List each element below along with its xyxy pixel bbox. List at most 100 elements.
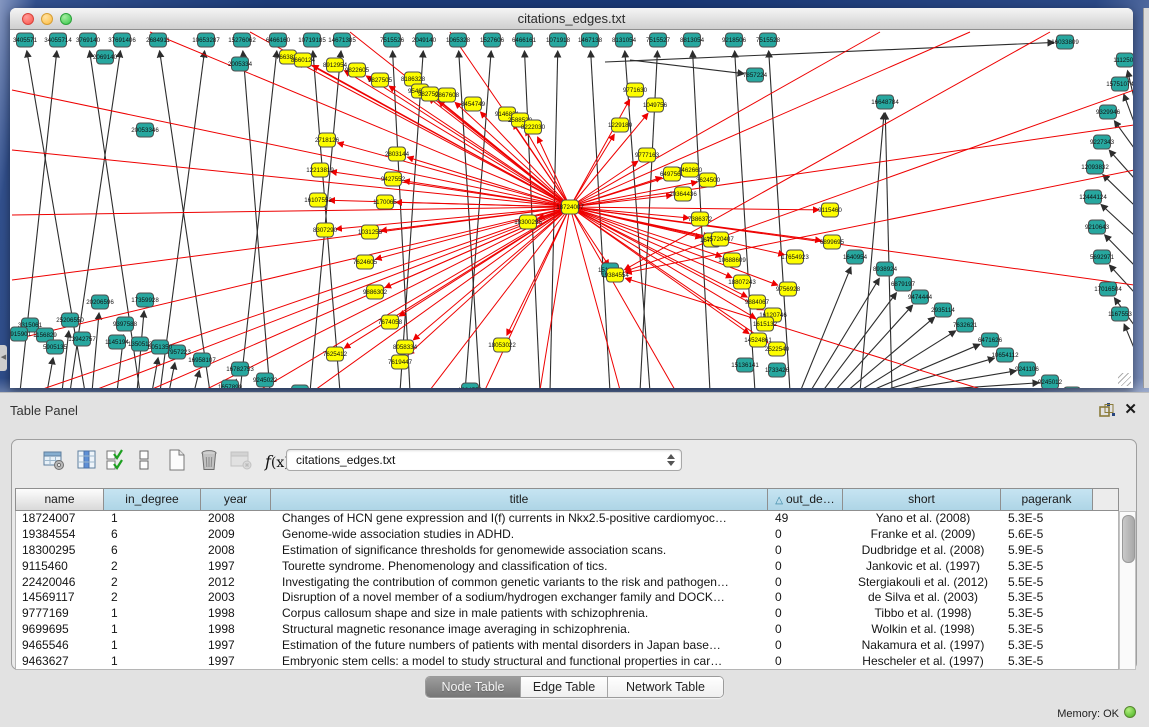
- graph-node[interactable]: 9115460: [818, 203, 842, 217]
- table-row[interactable]: 946362711997Embryonic stem cells: a mode…: [16, 654, 1118, 670]
- graph-node[interactable]: 20053346: [131, 123, 159, 137]
- table-settings-icon[interactable]: [42, 448, 68, 474]
- row-height-icon[interactable]: [132, 448, 158, 474]
- table-row[interactable]: 977716911998Corpus callosum shape and si…: [16, 606, 1118, 622]
- graph-node[interactable]: 9210643: [1085, 220, 1110, 234]
- column-header-in_degree[interactable]: in_degree: [104, 488, 201, 511]
- graph-node[interactable]: 16033809: [1051, 35, 1079, 49]
- graph-node[interactable]: 9241106: [1015, 362, 1039, 376]
- graph-node[interactable]: 1384501: [288, 385, 313, 388]
- window-titlebar[interactable]: citations_edges.txt: [10, 8, 1133, 30]
- graph-node[interactable]: 1527606: [480, 33, 505, 47]
- graph-node[interactable]: 17016504: [1094, 282, 1122, 296]
- graph-node[interactable]: 10653287: [192, 33, 220, 47]
- graph-node[interactable]: 17359928: [131, 293, 159, 307]
- table-row[interactable]: 946554611997Estimation of the future num…: [16, 638, 1118, 654]
- graph-node[interactable]: 9245022: [253, 373, 278, 387]
- graph-node[interactable]: 9427552: [381, 172, 406, 186]
- graph-node[interactable]: 8058334: [393, 340, 418, 354]
- graph-node[interactable]: 1065328: [446, 33, 471, 47]
- table-selector-dropdown[interactable]: citations_edges.txt: [286, 449, 682, 471]
- graph-node[interactable]: 7515526: [380, 33, 405, 47]
- table-row[interactable]: 911546021997Tourette syndrome. Phenomeno…: [16, 559, 1118, 575]
- column-header-out_de[interactable]: △out_de…: [768, 488, 843, 511]
- graph-node[interactable]: 8660124: [291, 53, 316, 67]
- graph-node[interactable]: 2522540: [765, 342, 790, 356]
- graph-node[interactable]: 1640954: [843, 250, 868, 264]
- graph-node[interactable]: 10654112: [991, 348, 1019, 362]
- graph-node[interactable]: 1022303: [1060, 387, 1085, 388]
- graph-node[interactable]: 17654923: [781, 250, 809, 264]
- graph-node[interactable]: 5905135: [43, 340, 68, 354]
- graph-node[interactable]: 1170065: [373, 195, 397, 209]
- graph-node[interactable]: 6899695: [820, 235, 845, 249]
- graph-node[interactable]: 20206596: [86, 295, 114, 309]
- graph-node[interactable]: 7515528: [756, 33, 781, 47]
- graph-node[interactable]: 2049140: [412, 33, 437, 47]
- graph-node[interactable]: 9886302: [363, 285, 388, 299]
- graph-node[interactable]: 8454749: [461, 97, 486, 111]
- graph-node[interactable]: 3624500: [696, 173, 721, 187]
- graph-node[interactable]: 7625412: [323, 347, 348, 361]
- graph-node[interactable]: 7515527: [646, 33, 671, 47]
- float-panel-icon[interactable]: [1099, 403, 1115, 417]
- graph-node[interactable]: 10719185: [298, 33, 326, 47]
- graph-node[interactable]: 9245012: [1038, 375, 1063, 388]
- graph-node[interactable]: 2005334: [228, 57, 253, 71]
- graph-node[interactable]: 9822605: [345, 63, 370, 77]
- graph-node[interactable]: 1733426: [765, 363, 790, 377]
- graph-node[interactable]: 3769140: [76, 33, 101, 47]
- column-header-pagerank[interactable]: pagerank: [1001, 488, 1093, 511]
- graph-node[interactable]: 15276062: [228, 33, 256, 47]
- graph-node[interactable]: 9329946: [1096, 105, 1121, 119]
- graph-node[interactable]: 7857224: [743, 68, 768, 82]
- delete-icon[interactable]: [197, 448, 223, 474]
- graph-node[interactable]: 16782753: [226, 362, 254, 376]
- background-window-edge[interactable]: [1143, 8, 1149, 388]
- graph-node[interactable]: 1145194: [105, 335, 129, 349]
- graph-node[interactable]: 1229180: [608, 118, 633, 132]
- graph-node[interactable]: 9827505: [368, 73, 393, 87]
- graph-node[interactable]: 9756928: [776, 282, 801, 296]
- graph-node[interactable]: 6471626: [978, 333, 1003, 347]
- table-scrollbar-thumb[interactable]: [1122, 515, 1135, 563]
- graph-node[interactable]: 3405571: [13, 33, 38, 47]
- graph-node[interactable]: 1071918: [546, 33, 571, 47]
- tab-node-table[interactable]: Node Table: [426, 677, 521, 697]
- graph-node[interactable]: 37691406: [108, 33, 136, 47]
- graph-node[interactable]: 6466161: [512, 33, 537, 47]
- table-row[interactable]: 1830029562008Estimation of significance …: [16, 543, 1118, 559]
- table-scrollbar[interactable]: [1119, 511, 1136, 670]
- table-row[interactable]: 969969511998Structural magnetic resonanc…: [16, 622, 1118, 638]
- graph-node[interactable]: 2069140: [93, 50, 118, 64]
- table-row[interactable]: 1938455462009Genome-wide association stu…: [16, 527, 1118, 543]
- graph-node[interactable]: 9884067: [745, 295, 770, 309]
- graph-node[interactable]: 7632621: [953, 318, 978, 332]
- collapse-panel-handle[interactable]: ◀: [0, 345, 7, 371]
- graph-node[interactable]: 34055714: [44, 33, 72, 47]
- table-row[interactable]: 1872400712008Changes of HCN gene express…: [16, 511, 1118, 527]
- graph-node[interactable]: 9777163: [635, 148, 660, 162]
- graph-node[interactable]: 12444124: [1079, 190, 1107, 204]
- graph-node[interactable]: 18053022: [488, 338, 516, 352]
- window-resize-grip[interactable]: [1118, 373, 1131, 386]
- graph-node[interactable]: 8813054: [680, 33, 705, 47]
- graph-node[interactable]: 8912954: [323, 58, 348, 72]
- graph-node[interactable]: 7386372: [688, 212, 713, 226]
- graph-node[interactable]: 8938924: [873, 262, 898, 276]
- graph-node[interactable]: 7624605: [353, 255, 378, 269]
- table-row[interactable]: 2242004622012Investigating the contribut…: [16, 575, 1118, 591]
- memory-status-icon[interactable]: [1124, 706, 1136, 718]
- graph-node[interactable]: 9218506: [722, 33, 747, 47]
- graph-node[interactable]: 2935114: [931, 303, 955, 317]
- column-chooser-icon[interactable]: [75, 448, 101, 474]
- graph-node[interactable]: 12093832: [1081, 160, 1109, 174]
- graph-node[interactable]: 10688609: [718, 253, 746, 267]
- graph-node[interactable]: 8222030: [521, 120, 546, 134]
- column-select-icon[interactable]: [105, 448, 131, 474]
- tab-network-table[interactable]: Network Table: [608, 677, 723, 697]
- graph-node[interactable]: 15136141: [731, 358, 759, 372]
- graph-node[interactable]: 2867608: [435, 88, 460, 102]
- new-file-icon[interactable]: [165, 448, 191, 474]
- graph-node[interactable]: 9474444: [908, 290, 933, 304]
